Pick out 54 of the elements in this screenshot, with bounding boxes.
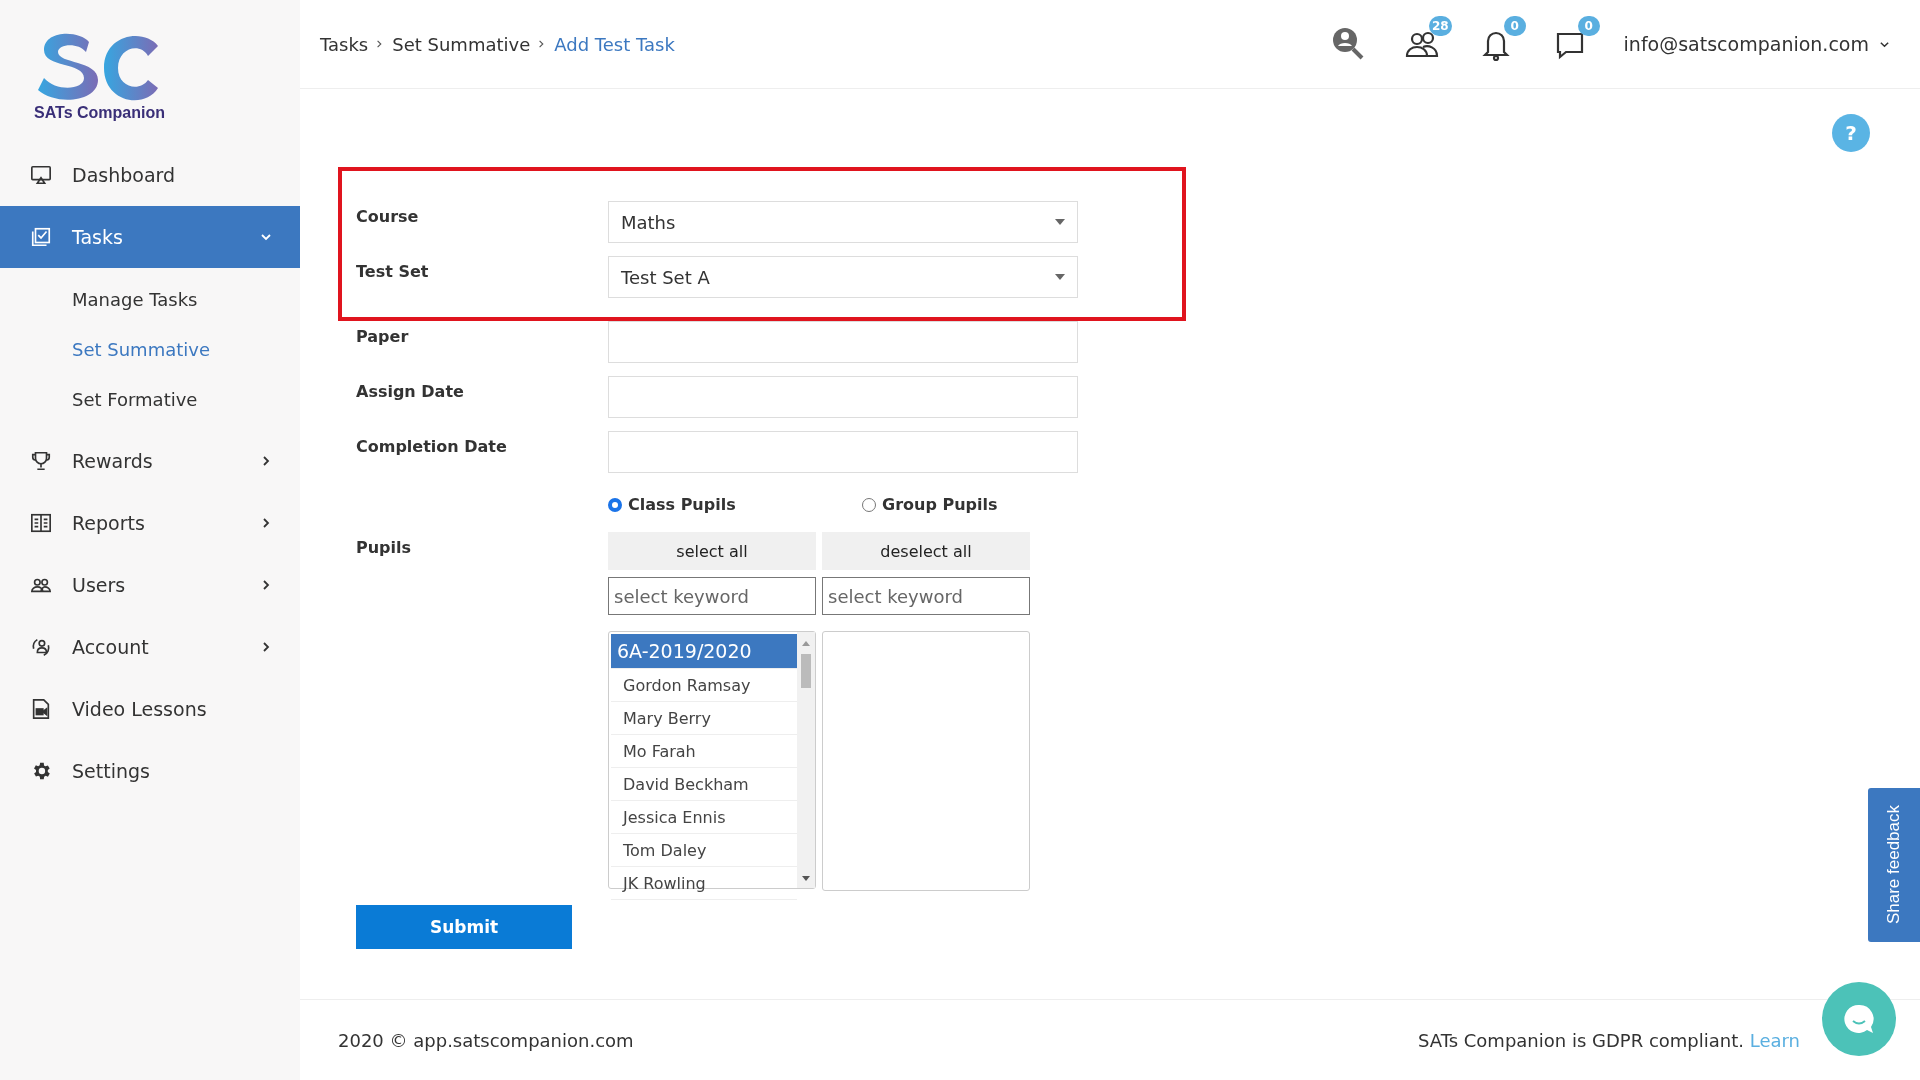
breadcrumb-link[interactable]: Set Summative: [392, 33, 531, 55]
field-label: Assign Date: [356, 381, 465, 401]
sidebar-item[interactable]: Settings: [0, 740, 300, 802]
chevron-right-icon: [260, 579, 272, 591]
search-field[interactable]: select keyword: [822, 577, 1030, 615]
field-label: Course: [356, 206, 420, 226]
search-field[interactable]: select keyword: [608, 577, 816, 615]
chevron-right-icon: [260, 517, 272, 529]
field-label: Completion Date: [356, 436, 508, 456]
sidebar-item[interactable]: Video Lessons: [0, 678, 300, 740]
count-badge: 0: [1577, 16, 1600, 36]
input-field[interactable]: [608, 431, 1078, 473]
breadcrumb-link[interactable]: Add Test Task: [554, 33, 675, 55]
sidebar-item[interactable]: Tasks: [0, 206, 300, 268]
chevron-right-icon: [260, 455, 272, 467]
gdpr-text: SATs Companion is GDPR compliant. Learn: [1417, 1029, 1800, 1051]
caret-icon: [1055, 274, 1065, 280]
checklist-icon: [30, 226, 52, 248]
user-refresh-icon: [30, 636, 52, 658]
deselect-all-button[interactable]: deselect all: [822, 532, 1030, 570]
field-label: Paper: [356, 326, 410, 346]
field-label: Test Set: [356, 261, 430, 281]
chevron-right-icon: [260, 641, 272, 653]
sidebar-item[interactable]: Users: [0, 554, 300, 616]
sidebar-item[interactable]: Account: [0, 616, 300, 678]
sidebar-item[interactable]: Reports: [0, 492, 300, 554]
copyright-text: 2020 © app.satscompanion.com: [338, 1029, 634, 1051]
submenu-item[interactable]: Set Summative: [0, 324, 300, 374]
input-field[interactable]: [608, 376, 1078, 418]
submit-button[interactable]: Submit: [356, 905, 572, 949]
feedback-tab[interactable]: Share feedback: [1868, 788, 1920, 942]
class-option[interactable]: 6A-2019/2020: [611, 634, 797, 669]
submenu-item[interactable]: Set Formative: [0, 374, 300, 424]
monitor-icon: [30, 164, 52, 186]
sidebar-item[interactable]: Rewards: [0, 430, 300, 492]
input-field[interactable]: [608, 321, 1078, 363]
chevron-down-icon: [260, 231, 272, 243]
count-badge: 28: [1428, 16, 1452, 36]
field-label: Pupils: [356, 537, 413, 559]
sidebar-item[interactable]: Dashboard: [0, 144, 300, 206]
radio-option[interactable]: Group Pupils: [862, 495, 1116, 514]
breadcrumb-link[interactable]: Tasks: [320, 33, 369, 55]
trophy-icon: [30, 450, 52, 472]
radio-option[interactable]: Class Pupils: [608, 495, 862, 514]
submenu-item[interactable]: Manage Tasks: [0, 274, 300, 324]
select-field[interactable]: Test Set A: [608, 256, 1078, 298]
count-badge: 0: [1503, 16, 1526, 36]
video-file-icon: [30, 698, 52, 720]
account-menu[interactable]: info@satscompanion.com: [1623, 33, 1890, 55]
select-field[interactable]: Maths: [608, 201, 1078, 243]
logo-text: SATs Companion: [34, 104, 165, 122]
select-all-button[interactable]: select all: [608, 532, 816, 570]
caret-icon: [1055, 219, 1065, 225]
report-icon: [30, 512, 52, 534]
